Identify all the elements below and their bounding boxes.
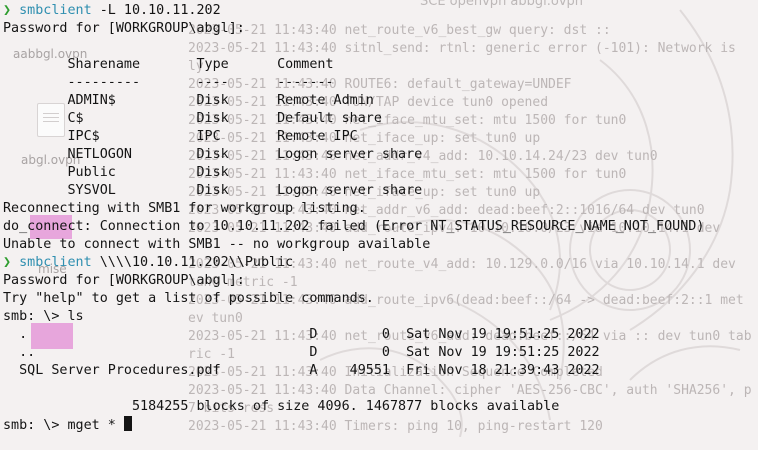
share-row: IPC$ IPC Remote IPC <box>3 129 358 144</box>
command-args: -L 10.10.11.202 <box>91 3 221 18</box>
file-listing-row: . D 0 Sat Nov 19 19:51:25 2022 <box>3 327 600 342</box>
share-row: NETLOGON Disk Logon server share <box>3 147 423 162</box>
prompt-icon: ❯ <box>3 3 12 18</box>
share-row: C$ Disk Default share <box>3 111 382 126</box>
terminal-command-line: ❯ smbclient \\\\10.10.11.202\\Public <box>3 254 293 272</box>
share-table-divider: --------- ---- ------- <box>3 75 334 90</box>
smb-prompt-line: smb: \> ls <box>3 309 84 324</box>
prompt-icon: ❯ <box>3 255 12 270</box>
command-name: smbclient <box>19 3 92 18</box>
smb-prompt-text: smb: \> mget * <box>3 418 116 433</box>
file-listing-row: .. D 0 Sat Nov 19 19:51:25 2022 <box>3 345 600 360</box>
command-args: \\\\10.10.11.202\\Public <box>91 255 294 270</box>
smb-prompt-input[interactable]: smb: \> mget * <box>3 416 132 434</box>
share-table-header: Sharename Type Comment <box>3 57 334 72</box>
file-listing-row: SQL Server Procedures.pdf A 49551 Fri No… <box>3 363 600 378</box>
share-row: ADMIN$ Disk Remote Admin <box>3 93 374 108</box>
terminal-error-line: do_connect: Connection to 10.10.11.202 f… <box>3 219 705 234</box>
command-name: smbclient <box>19 255 92 270</box>
terminal-line: Password for [WORKGROUP\abgl]: <box>3 21 245 36</box>
cursor-icon <box>123 416 132 431</box>
terminal-output[interactable]: ❯ smbclient -L 10.10.11.202 Password for… <box>0 0 758 437</box>
terminal-line: Reconnecting with SMB1 for workgroup lis… <box>3 201 366 216</box>
disk-usage-line: 5184255 blocks of size 4096. 1467877 blo… <box>3 399 560 414</box>
share-row: Public Disk <box>3 165 229 180</box>
share-row: SYSVOL Disk Logon server share <box>3 183 423 198</box>
terminal-command-line: ❯ smbclient -L 10.10.11.202 <box>3 2 221 20</box>
terminal-line: Unable to connect with SMB1 -- no workgr… <box>3 237 431 252</box>
terminal-line: Password for [WORKGROUP\abgl]: <box>3 273 245 288</box>
terminal-line: Try "help" to get a list of possible com… <box>3 291 374 306</box>
